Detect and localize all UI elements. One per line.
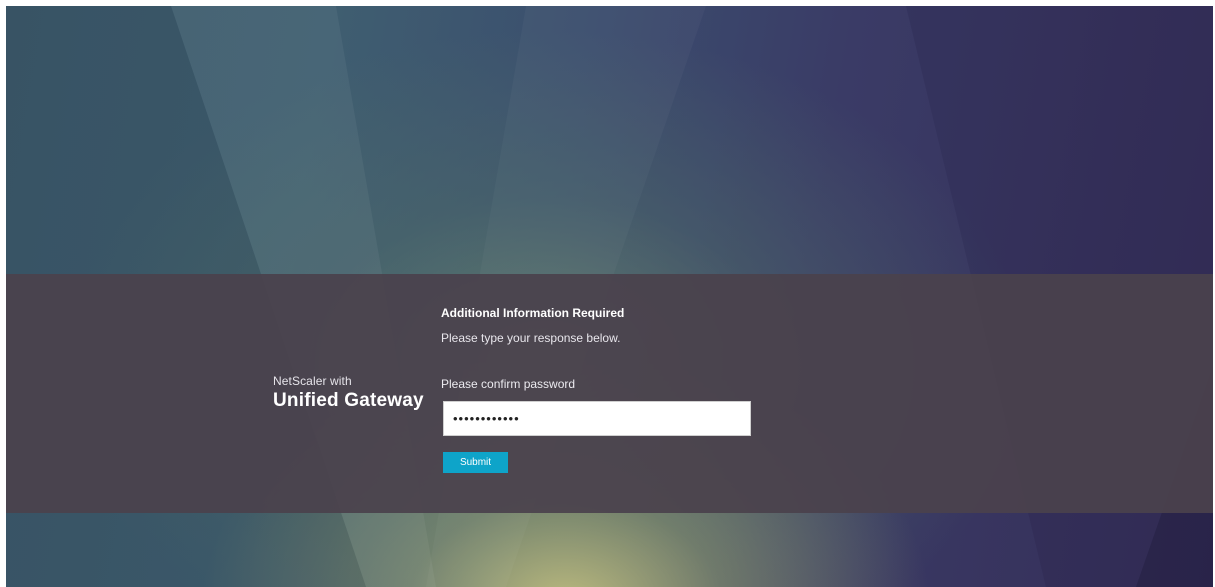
login-page-background: NetScaler with Unified Gateway Additiona… xyxy=(6,6,1213,587)
submit-button[interactable]: Submit xyxy=(443,452,508,473)
form-instruction: Please type your response below. xyxy=(441,331,621,345)
login-panel: NetScaler with Unified Gateway Additiona… xyxy=(6,274,1213,513)
form-heading: Additional Information Required xyxy=(441,306,625,320)
brand-product-name: Unified Gateway xyxy=(273,390,424,411)
confirm-password-input[interactable] xyxy=(443,401,751,436)
confirm-password-label: Please confirm password xyxy=(441,377,576,391)
brand-prefix: NetScaler with xyxy=(273,374,352,388)
